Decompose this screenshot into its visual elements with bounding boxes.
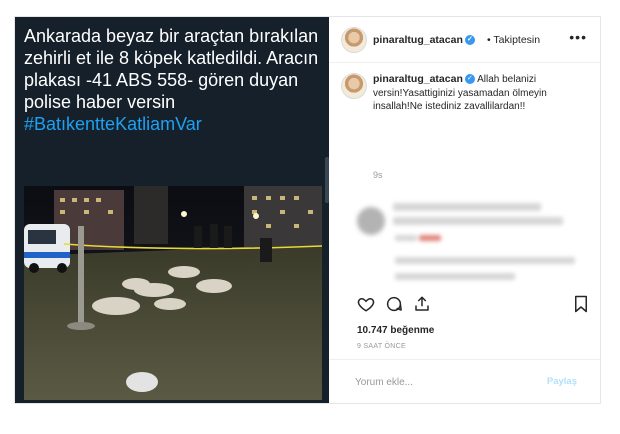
caption-time: 9s [373, 170, 383, 180]
instagram-post: Ankarada beyaz bir araçtan bırakılan zeh… [14, 16, 601, 404]
comment-bar: Paylaş [329, 359, 600, 403]
follow-status[interactable]: • Takiptesin [487, 34, 540, 46]
post-timestamp: 9 SAAT ÖNCE [357, 343, 406, 350]
avatar[interactable] [341, 73, 367, 99]
action-bar [329, 295, 600, 319]
tweet-hashtag: #BatıkentteKatliamVar [24, 114, 202, 134]
more-options-icon[interactable]: ••• [569, 29, 587, 45]
post-header: pinaraltug_atacan ✓ • Takiptesin ••• [329, 17, 600, 63]
blurred-comment [395, 235, 417, 241]
blurred-avatar [357, 207, 385, 235]
avatar[interactable] [341, 27, 367, 53]
post-sidebar: pinaraltug_atacan ✓ • Takiptesin ••• pina… [329, 17, 600, 403]
blurred-comment [393, 217, 563, 225]
caption-text: pinaraltug_atacan ✓ Allah belanizi versin… [373, 73, 573, 114]
username-link[interactable]: pinaraltug_atacan ✓ [373, 34, 475, 46]
share-icon[interactable] [413, 295, 431, 313]
like-count[interactable]: 10.747 beğenme [357, 325, 434, 336]
username-text: pinaraltug_atacan [373, 34, 463, 46]
tweet-screenshot: Ankarada beyaz bir araçtan bırakılan zeh… [24, 25, 324, 135]
caption-username[interactable]: pinaraltug_atacan [373, 73, 463, 85]
blurred-comment [393, 203, 541, 211]
night-photo [24, 186, 322, 400]
blurred-comment [395, 257, 575, 264]
blurred-comment [395, 273, 515, 280]
verified-icon: ✓ [464, 74, 475, 85]
blurred-comment [419, 235, 441, 241]
bookmark-icon[interactable] [573, 295, 589, 313]
post-comment-button[interactable]: Paylaş [547, 376, 577, 387]
comment-input[interactable] [355, 374, 535, 390]
tweet-text: Ankarada beyaz bir araçtan bırakılan zeh… [24, 26, 319, 112]
heart-icon[interactable] [357, 295, 375, 313]
comment-icon[interactable] [385, 295, 403, 313]
post-media[interactable]: Ankarada beyaz bir araçtan bırakılan zeh… [15, 17, 329, 403]
verified-icon: ✓ [464, 35, 475, 46]
